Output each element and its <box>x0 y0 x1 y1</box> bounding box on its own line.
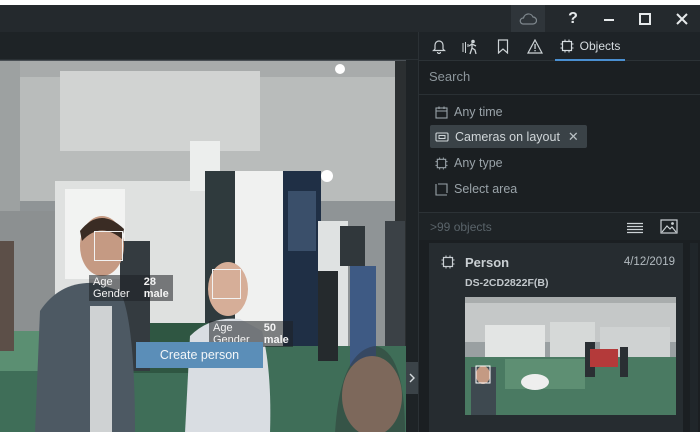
bookmark-icon <box>497 39 509 54</box>
filter-time-label: Any time <box>454 105 503 119</box>
calendar-icon <box>434 105 448 119</box>
face-box[interactable] <box>212 269 241 299</box>
face-box[interactable] <box>94 231 123 261</box>
motion-icon <box>462 39 477 54</box>
thumbnail-scene <box>465 297 676 415</box>
filter-type-label: Any type <box>454 156 503 170</box>
camera-icon <box>435 130 449 144</box>
close-icon[interactable] <box>664 5 700 32</box>
filter-type[interactable]: Any type <box>434 152 503 174</box>
video-scene <box>0 61 406 432</box>
alert-icon <box>527 39 543 54</box>
tab-notifications[interactable] <box>427 32 451 61</box>
card-camera: DS-2CD2822F(B) <box>465 277 549 289</box>
attr-value: male <box>143 288 169 300</box>
tab-motion[interactable] <box>459 32 483 61</box>
face-attributes: Age 28 Gender male <box>89 275 173 301</box>
result-card[interactable]: Person 4/12/2019 DS-2CD2822F(B) <box>429 243 683 432</box>
remove-filter-icon[interactable]: ✕ <box>568 129 579 145</box>
select-area-icon <box>434 182 448 196</box>
attr-value: male <box>263 334 289 346</box>
card-date: 4/12/2019 <box>623 256 675 268</box>
attr-label: Age <box>93 276 113 288</box>
camera-video[interactable]: Age 28 Gender male Age 50 Gender male <box>0 60 406 432</box>
filter-area-label: Select area <box>454 182 518 196</box>
scrollbar[interactable] <box>690 243 698 432</box>
tab-bookmarks[interactable] <box>491 32 515 61</box>
filter-area[interactable]: Select area <box>434 178 517 200</box>
layout-toolbar <box>0 32 418 60</box>
objects-icon <box>434 156 448 170</box>
panel-tabs: Objects <box>419 32 700 61</box>
tab-objects-label: Objects <box>579 38 621 53</box>
objects-icon <box>560 39 574 52</box>
card-thumbnail[interactable] <box>465 297 676 415</box>
tab-objects[interactable]: Objects <box>555 32 625 61</box>
card-title: Person <box>465 255 510 270</box>
cloud-icon[interactable] <box>511 5 545 32</box>
attr-value: 50 <box>263 322 276 334</box>
right-panel: Objects Search Any time Cameras on layou… <box>418 32 700 432</box>
tab-events[interactable] <box>523 32 547 61</box>
filter-cameras-label: Cameras on layout <box>455 129 560 144</box>
title-bar: ? <box>0 5 700 32</box>
search-input[interactable]: Search <box>429 69 470 84</box>
list-view-icon[interactable] <box>627 221 643 239</box>
attr-label: Gender <box>93 288 130 300</box>
attr-label: Age <box>213 322 233 334</box>
maximize-icon[interactable] <box>627 5 663 32</box>
create-person-button[interactable]: Create person <box>136 342 263 368</box>
filter-cameras-chip[interactable]: Cameras on layout ✕ <box>430 125 587 148</box>
results-count: >99 objects <box>430 220 492 234</box>
chevron-right-icon[interactable] <box>406 362 418 394</box>
objects-icon <box>441 255 455 274</box>
image-view-icon[interactable] <box>660 219 678 239</box>
filter-time[interactable]: Any time <box>434 101 503 123</box>
attr-value: 28 <box>143 276 156 288</box>
bell-icon <box>432 40 446 54</box>
minimize-icon[interactable] <box>591 5 627 32</box>
help-icon[interactable]: ? <box>555 5 591 32</box>
divider <box>419 94 700 95</box>
results-toolbar: >99 objects <box>419 212 700 240</box>
